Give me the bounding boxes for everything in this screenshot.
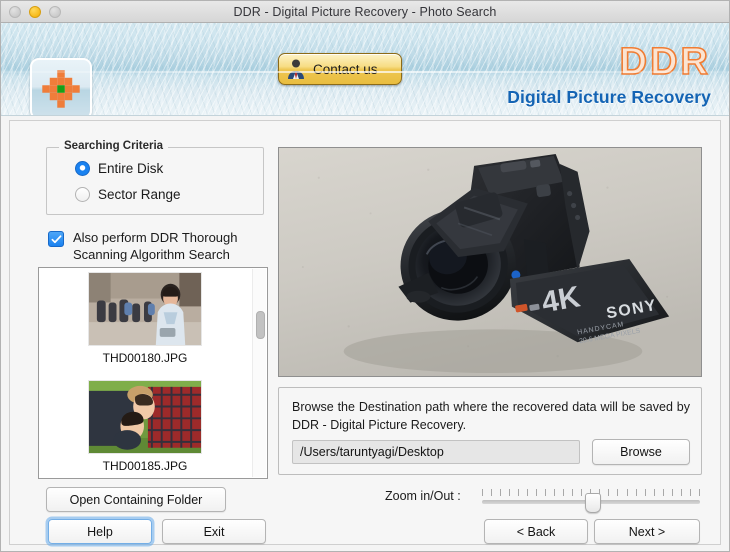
searching-criteria-legend: Searching Criteria xyxy=(59,140,169,152)
window-title: DDR - Digital Picture Recovery - Photo S… xyxy=(233,4,497,19)
radio-sector-range[interactable]: Sector Range xyxy=(75,187,181,202)
destination-description: Browse the Destination path where the re… xyxy=(292,400,690,432)
window-controls xyxy=(9,6,61,18)
application-window: DDR - Digital Picture Recovery - Photo S… xyxy=(0,0,730,552)
slider-tick xyxy=(572,489,574,496)
minimize-button[interactable] xyxy=(29,6,41,18)
thumbnail-caption: THD00180.JPG xyxy=(102,351,188,365)
destination-box: Browse the Destination path where the re… xyxy=(278,387,702,475)
contact-us-button[interactable]: Contact us xyxy=(278,53,402,85)
slider-tick xyxy=(608,489,610,496)
exit-button[interactable]: Exit xyxy=(162,519,266,544)
slider-tick xyxy=(518,489,520,496)
back-button[interactable]: < Back xyxy=(484,519,588,544)
camcorder-preview-image: 4K SONY HANDYCAM 20.6 MEGA PIXELS xyxy=(279,148,701,376)
thorough-scan-checkbox-row[interactable]: Also perform DDR Thorough Scanning Algor… xyxy=(48,229,251,263)
brand-subtitle: Digital Picture Recovery xyxy=(507,87,711,107)
slider-tick xyxy=(635,489,637,496)
ddr-app-icon xyxy=(30,58,92,115)
open-containing-folder-button[interactable]: Open Containing Folder xyxy=(46,487,226,512)
couple-on-grass-thumbnail xyxy=(89,381,201,453)
slider-tick xyxy=(644,489,646,496)
slider-thumb[interactable] xyxy=(585,493,601,513)
slider-tick xyxy=(500,489,502,496)
slider-tick xyxy=(626,489,628,496)
thorough-scan-label: Also perform DDR Thorough Scanning Algor… xyxy=(73,230,238,262)
thumbnail-image[interactable] xyxy=(88,380,202,454)
brand-title: DDR xyxy=(619,41,711,83)
zoom-label: Zoom in/Out : xyxy=(385,489,461,503)
main-content: Searching Criteria Entire Disk Sector Ra… xyxy=(1,116,729,551)
thumbnail-list[interactable]: THD00180.JPG THD00185.JPG xyxy=(38,267,268,479)
radio-sector-range-label: Sector Range xyxy=(98,187,181,202)
searching-criteria-group: Searching Criteria Entire Disk Sector Ra… xyxy=(46,140,264,215)
slider-tick xyxy=(527,489,529,496)
svg-text:4K: 4K xyxy=(539,280,583,319)
slider-tick xyxy=(680,489,682,496)
slider-tick xyxy=(653,489,655,496)
slider-tick xyxy=(482,489,483,496)
slider-tick xyxy=(509,489,511,496)
check-icon xyxy=(51,235,62,244)
thumbnail-caption: THD00185.JPG xyxy=(102,459,188,473)
slider-tick xyxy=(662,489,664,496)
street-photo-thumbnail xyxy=(89,273,201,345)
list-item[interactable]: THD00180.JPG xyxy=(39,272,251,365)
slider-tick xyxy=(563,489,565,496)
slider-tick xyxy=(491,489,493,496)
zoom-slider[interactable] xyxy=(482,484,700,513)
browse-button[interactable]: Browse xyxy=(592,439,690,465)
radio-entire-disk-indicator[interactable] xyxy=(75,161,90,176)
slider-tick xyxy=(689,489,691,496)
flower-checker-icon xyxy=(42,70,80,108)
person-icon xyxy=(288,59,304,79)
thumbnail-scrollbar[interactable] xyxy=(252,269,266,477)
slider-tick xyxy=(536,489,538,496)
brand-logo: DDR Digital Picture Recovery xyxy=(507,41,711,108)
slider-tick xyxy=(698,489,700,496)
content-panel: Searching Criteria Entire Disk Sector Ra… xyxy=(9,120,721,545)
header-banner: Contact us DDR Digital Picture Recovery xyxy=(1,23,729,116)
thumbnail-image[interactable] xyxy=(88,272,202,346)
maximize-button[interactable] xyxy=(49,6,61,18)
slider-tick xyxy=(581,489,583,496)
list-item[interactable]: THD00185.JPG xyxy=(39,380,251,473)
slider-tick xyxy=(617,489,619,496)
radio-entire-disk[interactable]: Entire Disk xyxy=(75,161,163,176)
slider-tick xyxy=(671,489,673,496)
thorough-scan-checkbox[interactable] xyxy=(48,231,64,247)
next-button[interactable]: Next > xyxy=(594,519,700,544)
scrollbar-thumb[interactable] xyxy=(256,311,265,339)
slider-tick xyxy=(554,489,556,496)
contact-us-label: Contact us xyxy=(313,61,378,77)
radio-sector-range-indicator[interactable] xyxy=(75,187,90,202)
help-button[interactable]: Help xyxy=(48,519,152,544)
close-button[interactable] xyxy=(9,6,21,18)
radio-entire-disk-label: Entire Disk xyxy=(98,161,164,176)
title-bar: DDR - Digital Picture Recovery - Photo S… xyxy=(1,1,729,23)
image-preview: 4K SONY HANDYCAM 20.6 MEGA PIXELS xyxy=(278,147,702,377)
destination-path-input[interactable]: /Users/taruntyagi/Desktop xyxy=(292,440,580,464)
slider-tick xyxy=(545,489,547,496)
